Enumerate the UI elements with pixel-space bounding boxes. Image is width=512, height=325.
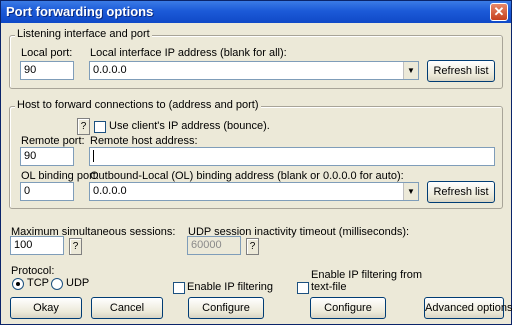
advanced-options-button[interactable]: Advanced options [424,297,512,319]
tcp-radio[interactable] [12,278,24,290]
ol-port-label: OL binding port: [21,170,99,182]
udp-timeout-input[interactable]: 60000 [187,236,241,255]
use-client-ip-label: Use client's IP address (bounce). [109,120,270,132]
ol-port-input[interactable]: 0 [20,182,74,201]
local-port-input[interactable]: 90 [20,61,74,80]
ol-address-combo[interactable]: 0.0.0.0 ▼ [89,182,419,201]
listening-group-label: Listening interface and port [15,28,152,40]
enable-ip-filter-label: Enable IP filtering [187,281,274,293]
help-button-max-sessions[interactable]: ? [69,238,82,255]
configure-ip-filter-button[interactable]: Configure [188,297,264,319]
host-group-label: Host to forward connections to (address … [15,99,261,111]
enable-ip-filter-checkbox[interactable] [173,282,185,294]
tcp-radio-label: TCP [27,277,49,289]
chevron-down-icon[interactable]: ▼ [403,183,418,200]
remote-host-input[interactable] [89,147,495,166]
udp-radio-label: UDP [66,277,90,289]
close-icon[interactable]: ✕ [490,3,508,21]
udp-radio[interactable] [51,278,63,290]
protocol-label: Protocol: [11,265,55,277]
local-port-label: Local port: [21,47,73,59]
okay-button[interactable]: Okay [10,297,82,319]
chevron-down-icon[interactable]: ▼ [403,62,418,79]
remote-port-input[interactable]: 90 [20,147,74,166]
enable-text-filter-checkbox[interactable] [297,282,309,294]
refresh-list-button-2[interactable]: Refresh list [427,181,495,203]
max-sessions-input[interactable]: 100 [10,236,64,255]
cancel-button[interactable]: Cancel [91,297,163,319]
enable-text-filter-label-2: text-file [311,281,347,293]
port-forwarding-dialog: Port forwarding options ✕ Listening inte… [0,0,512,325]
local-interface-value: 0.0.0.0 [93,64,127,76]
enable-text-filter-label-1: Enable IP filtering from [311,269,423,281]
help-button-udp-timeout[interactable]: ? [246,238,259,255]
help-button-bounce[interactable]: ? [77,118,90,135]
title-bar: Port forwarding options ✕ [1,1,511,23]
window-title: Port forwarding options [6,4,154,19]
remote-port-label: Remote port: [21,135,85,147]
remote-host-label: Remote host address: [90,135,198,147]
local-interface-label: Local interface IP address (blank for al… [90,47,287,59]
configure-text-filter-button[interactable]: Configure [310,297,386,319]
text-caret [93,150,94,163]
ol-address-value: 0.0.0.0 [93,185,127,197]
use-client-ip-checkbox[interactable] [94,121,106,133]
local-interface-combo[interactable]: 0.0.0.0 ▼ [89,61,419,80]
refresh-list-button-1[interactable]: Refresh list [427,60,495,82]
ol-address-label: Outbound-Local (OL) binding address (bla… [90,170,404,182]
